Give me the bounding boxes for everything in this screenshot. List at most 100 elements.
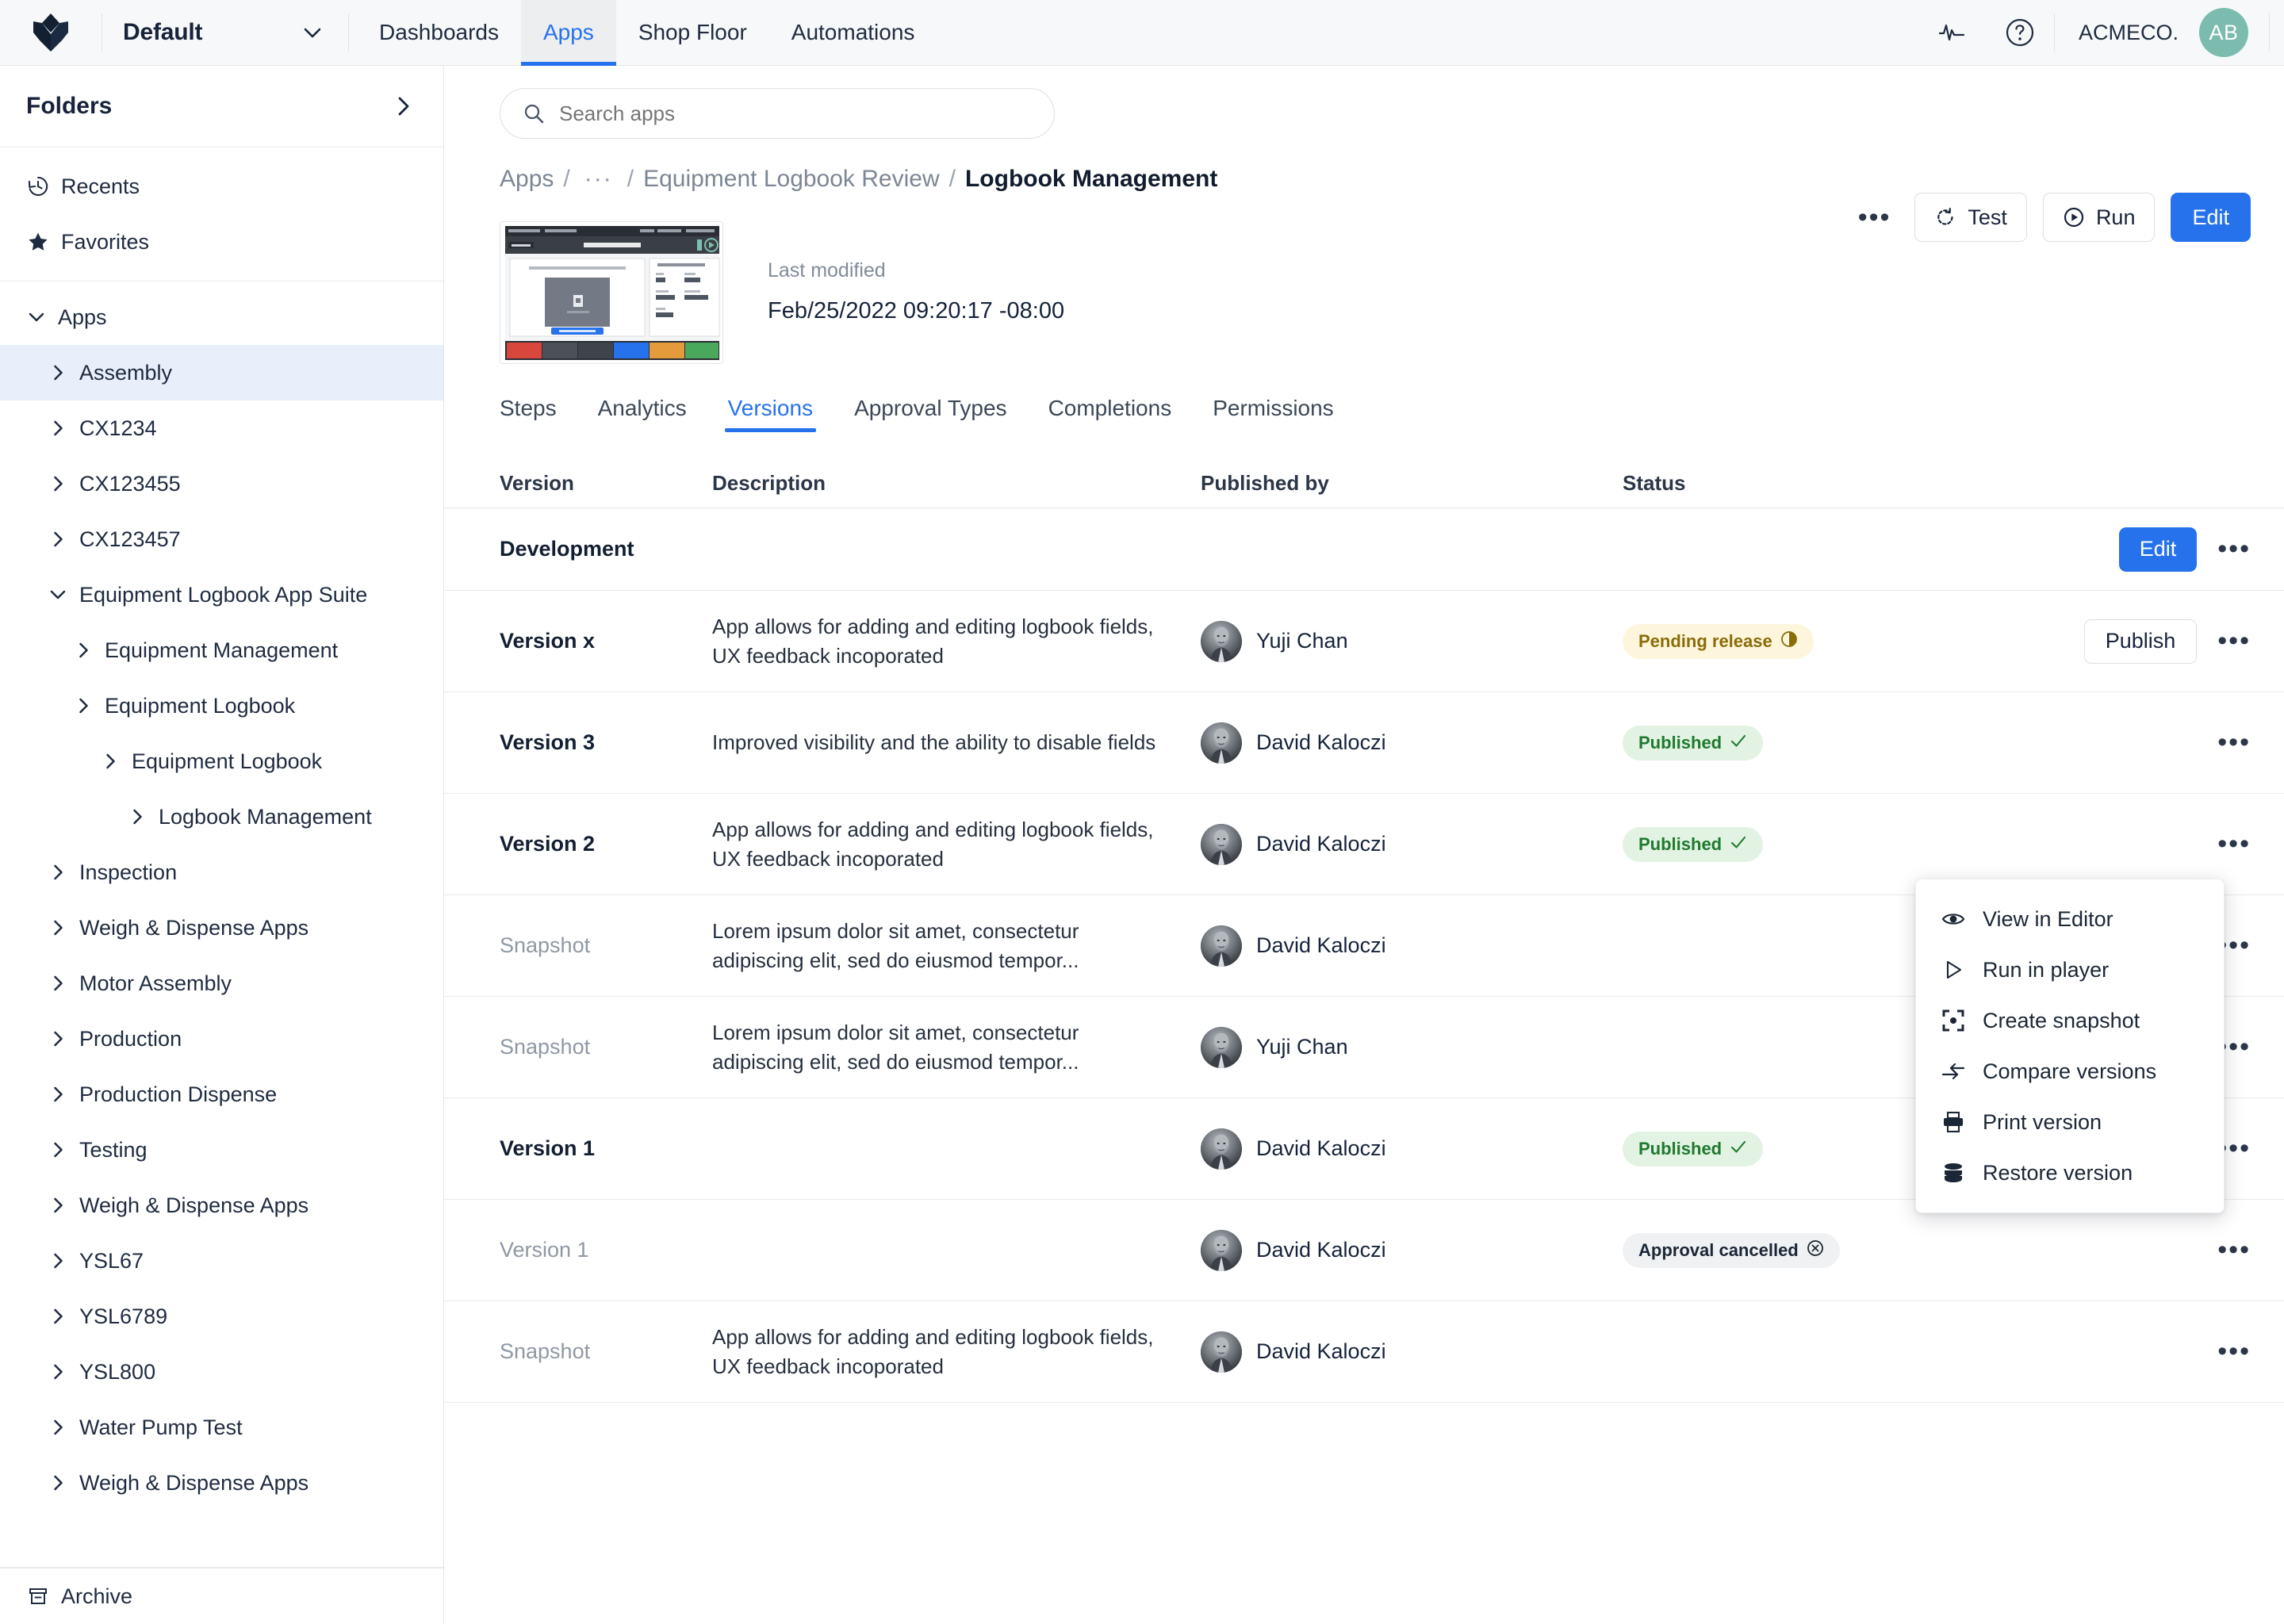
edit-button-label: Edit: [2192, 205, 2229, 229]
chevron-right-icon[interactable]: [48, 864, 68, 880]
sidebar-item-cx123457[interactable]: CX123457: [0, 511, 443, 567]
chevron-right-icon[interactable]: [48, 1364, 68, 1380]
nav-automations[interactable]: Automations: [769, 0, 937, 66]
nav-dashboards[interactable]: Dashboards: [357, 0, 521, 66]
row-more-button[interactable]: •••: [2217, 1336, 2251, 1367]
run-button[interactable]: Run: [2042, 193, 2156, 242]
table-row[interactable]: Version 1 David Kaloczi Approval cancelled…: [444, 1200, 2284, 1301]
chevron-right-icon[interactable]: [48, 1197, 68, 1213]
publisher-name: David Kaloczi: [1256, 832, 1386, 856]
table-header: Version Description Published by Status: [444, 459, 2284, 508]
sidebar-item-testing[interactable]: Testing: [0, 1122, 443, 1178]
sidebar-item-ysl800[interactable]: YSL800: [0, 1344, 443, 1400]
header-more-button[interactable]: •••: [1850, 202, 1899, 233]
chevron-down-icon[interactable]: [48, 590, 68, 600]
row-more-button[interactable]: •••: [2217, 626, 2251, 657]
version-name: Version 2: [500, 832, 596, 856]
chevron-right-icon[interactable]: [73, 698, 94, 714]
nav-shop-floor[interactable]: Shop Floor: [616, 0, 769, 66]
publish-button[interactable]: Publish: [2083, 619, 2198, 664]
sidebar-item-cx123455[interactable]: CX123455: [0, 456, 443, 511]
sidebar-item-logbook-management[interactable]: Logbook Management: [0, 789, 443, 845]
chevron-right-icon[interactable]: [48, 1086, 68, 1102]
sidebar-item-cx1234[interactable]: CX1234: [0, 400, 443, 456]
chevron-right-icon[interactable]: [48, 365, 68, 381]
table-row[interactable]: Version 3 Improved visibility and the abi…: [444, 692, 2284, 794]
sidebar-item-water-pump-test[interactable]: Water Pump Test: [0, 1400, 443, 1455]
sidebar-item-recents[interactable]: Recents: [0, 159, 443, 214]
nav-apps[interactable]: Apps: [520, 0, 616, 66]
sidebar-item-weigh-dispense-apps[interactable]: Weigh & Dispense Apps: [0, 1455, 443, 1511]
chevron-right-icon[interactable]: [396, 95, 412, 117]
chevron-right-icon[interactable]: [48, 420, 68, 436]
chevron-right-icon[interactable]: [48, 531, 68, 547]
chevron-right-icon[interactable]: [100, 753, 121, 769]
sidebar-item-weigh-dispense-apps[interactable]: Weigh & Dispense Apps: [0, 900, 443, 956]
tab-analytics[interactable]: Analytics: [577, 396, 707, 432]
sidebar-item-ysl6789[interactable]: YSL6789: [0, 1289, 443, 1344]
chevron-right-icon[interactable]: [48, 1419, 68, 1435]
version-name: Snapshot: [500, 1339, 591, 1363]
search-input[interactable]: [559, 101, 1032, 126]
breadcrumb-root[interactable]: Apps: [500, 166, 554, 193]
chevron-right-icon[interactable]: [48, 920, 68, 936]
menu-item-create-snapshot[interactable]: Create snapshot: [1916, 995, 2224, 1046]
breadcrumb-ellipsis[interactable]: ···: [580, 166, 618, 193]
sidebar: Folders Recents Favorites Apps Assembly …: [0, 66, 444, 1624]
menu-item-label: Create snapshot: [1983, 1008, 2140, 1032]
tab-permissions[interactable]: Permissions: [1192, 396, 1354, 432]
menu-item-view-in-editor[interactable]: View in Editor: [1916, 894, 2224, 944]
sidebar-item-weigh-dispense-apps[interactable]: Weigh & Dispense Apps: [0, 1178, 443, 1233]
avatar: [1201, 722, 1242, 764]
row-more-button[interactable]: •••: [2217, 829, 2251, 860]
sidebar-item-archive[interactable]: Archive: [0, 1568, 443, 1624]
sidebar-item-equipment-management[interactable]: Equipment Management: [0, 622, 443, 678]
sidebar-item-inspection[interactable]: Inspection: [0, 845, 443, 900]
menu-item-run-in-player[interactable]: Run in player: [1916, 944, 2224, 995]
tab-versions[interactable]: Versions: [707, 396, 834, 432]
row-more-button[interactable]: •••: [2217, 1235, 2251, 1266]
chevron-right-icon[interactable]: [48, 1031, 68, 1047]
chevron-right-icon[interactable]: [48, 1308, 68, 1324]
tab-steps[interactable]: Steps: [500, 396, 577, 432]
menu-item-print-version[interactable]: Print version: [1916, 1097, 2224, 1147]
table-row[interactable]: Version x App allows for adding and editi…: [444, 591, 2284, 692]
table-row[interactable]: Snapshot App allows for adding and editin…: [444, 1301, 2284, 1403]
menu-item-compare-versions[interactable]: Compare versions: [1916, 1046, 2224, 1097]
app-logo[interactable]: [0, 0, 102, 66]
sidebar-item-equipment-logbook[interactable]: Equipment Logbook: [0, 678, 443, 733]
search-apps-box[interactable]: [500, 88, 1055, 139]
sidebar-item-ysl67[interactable]: YSL67: [0, 1233, 443, 1289]
sidebar-item-production[interactable]: Production: [0, 1011, 443, 1067]
tenant-name[interactable]: ACMECO.: [2055, 21, 2199, 45]
help-button[interactable]: [1986, 17, 2054, 48]
sidebar-item-assembly[interactable]: Assembly: [0, 345, 443, 400]
sidebar-item-production-dispense[interactable]: Production Dispense: [0, 1067, 443, 1122]
sidebar-item-favorites[interactable]: Favorites: [0, 214, 443, 270]
activity-pulse-button[interactable]: [1918, 22, 1986, 43]
breadcrumb-parent[interactable]: Equipment Logbook Review: [643, 166, 940, 193]
menu-item-restore-version[interactable]: Restore version: [1916, 1147, 2224, 1198]
chevron-right-icon[interactable]: [73, 642, 94, 658]
chevron-right-icon[interactable]: [48, 1142, 68, 1158]
chevron-right-icon[interactable]: [127, 809, 148, 825]
edit-button[interactable]: Edit: [2171, 193, 2251, 242]
development-edit-button[interactable]: Edit: [2118, 527, 2198, 572]
chevron-right-icon[interactable]: [48, 1253, 68, 1269]
sidebar-item-equipment-logbook[interactable]: Equipment Logbook: [0, 733, 443, 789]
sidebar-item-apps[interactable]: Apps: [0, 289, 443, 345]
workspace-selector[interactable]: Default: [102, 0, 348, 66]
chevron-right-icon[interactable]: [48, 476, 68, 492]
sidebar-item-equipment-logbook-app-suite[interactable]: Equipment Logbook App Suite: [0, 567, 443, 622]
chevron-down-icon[interactable]: [26, 312, 47, 323]
row-more-button[interactable]: •••: [2217, 727, 2251, 758]
test-button[interactable]: Test: [1914, 193, 2027, 242]
avatar[interactable]: AB: [2199, 8, 2248, 57]
sidebar-item-motor-assembly[interactable]: Motor Assembly: [0, 956, 443, 1011]
published-by-cell: David Kaloczi: [1201, 925, 1623, 967]
tab-approval-types[interactable]: Approval Types: [834, 396, 1028, 432]
development-more-button[interactable]: •••: [2217, 534, 2251, 565]
tab-completions[interactable]: Completions: [1028, 396, 1193, 432]
chevron-right-icon[interactable]: [48, 975, 68, 991]
chevron-right-icon[interactable]: [48, 1475, 68, 1491]
